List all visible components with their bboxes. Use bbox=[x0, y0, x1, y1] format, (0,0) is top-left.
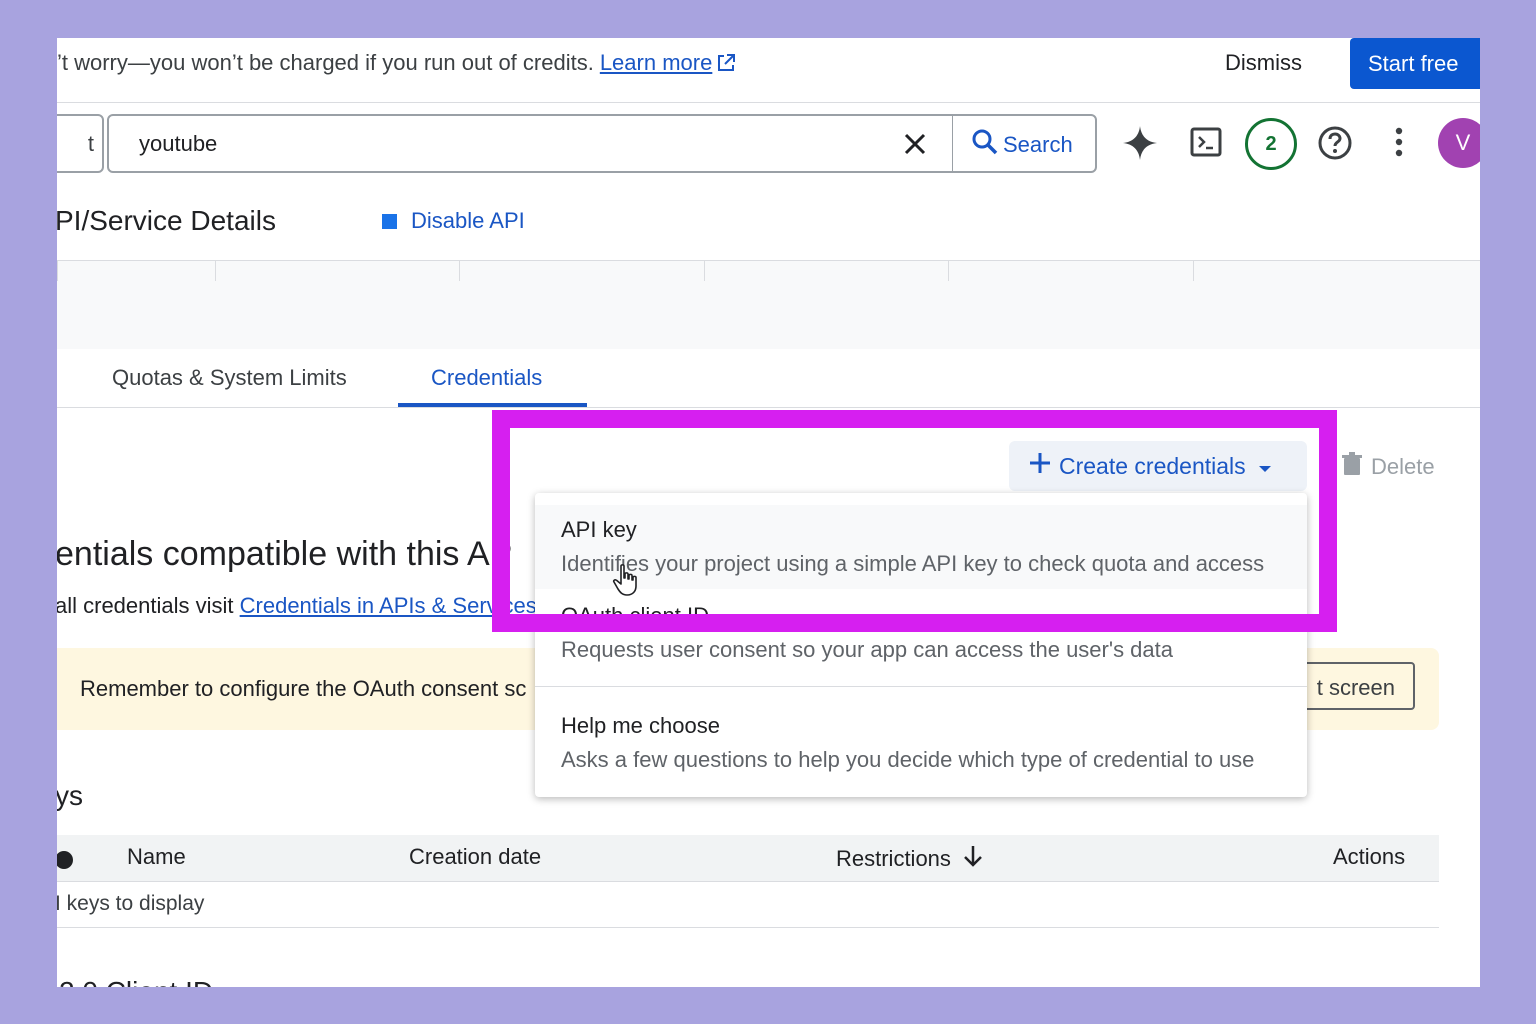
row-divider bbox=[57, 927, 1439, 928]
menu-item-description: Asks a few questions to help you decide … bbox=[561, 747, 1255, 772]
metric-tick bbox=[948, 261, 949, 281]
menu-item-title: Help me choose bbox=[561, 713, 720, 738]
api-keys-heading: ys bbox=[57, 780, 83, 811]
metric-tick bbox=[704, 261, 705, 281]
browser-frame: ’t worry—you won’t be charged if you run… bbox=[57, 38, 1480, 987]
compat-desc-text: all credentials visit bbox=[57, 593, 240, 618]
search-input[interactable]: youtube bbox=[139, 131, 217, 157]
more-vert-icon[interactable] bbox=[1393, 126, 1405, 163]
search-button-label: Search bbox=[1003, 132, 1073, 157]
page-title: PI/Service Details bbox=[57, 205, 276, 236]
empty-table-message: I keys to display bbox=[57, 892, 205, 915]
menu-item-title: API key bbox=[561, 517, 637, 542]
banner-text: ’t worry—you won’t be charged if you run… bbox=[57, 50, 736, 79]
metrics-band bbox=[57, 261, 1480, 349]
trash-icon bbox=[1341, 452, 1363, 482]
help-icon[interactable] bbox=[1317, 125, 1353, 166]
column-name[interactable]: Name bbox=[127, 844, 186, 870]
metric-tick bbox=[215, 261, 216, 281]
menu-item-help-me-choose[interactable]: Help me choose Asks a few questions to h… bbox=[535, 701, 1307, 791]
column-actions: Actions bbox=[1333, 844, 1406, 869]
menu-item-description: Requests user consent so your app can ac… bbox=[561, 637, 1173, 662]
dropdown-caret-icon bbox=[1258, 453, 1272, 480]
search-button[interactable]: Search bbox=[971, 128, 1073, 162]
menu-item-description: Identifies your project using a simple A… bbox=[561, 551, 1265, 576]
arrow-down-icon bbox=[963, 844, 983, 874]
tab-quotas[interactable]: Quotas & System Limits bbox=[112, 365, 347, 391]
disable-api-button[interactable]: Disable API bbox=[382, 208, 525, 234]
compatible-credentials-heading: entials compatible with this AP bbox=[57, 535, 513, 573]
dismiss-button[interactable]: Dismiss bbox=[1225, 50, 1302, 76]
menu-divider bbox=[535, 686, 1307, 687]
disable-api-label: Disable API bbox=[411, 208, 525, 233]
select-all-checkbox[interactable] bbox=[57, 851, 73, 869]
table-header: Name Creation date Restrictions Actions bbox=[57, 835, 1439, 882]
compatible-credentials-description: all credentials visit Credentials in API… bbox=[57, 593, 537, 619]
clear-icon[interactable] bbox=[902, 131, 928, 162]
external-link-icon bbox=[716, 53, 736, 79]
cloud-shell-icon[interactable] bbox=[1190, 127, 1222, 162]
menu-item-api-key[interactable]: API key Identifies your project using a … bbox=[535, 505, 1307, 589]
column-restrictions-label: Restrictions bbox=[836, 846, 951, 871]
banner-message: ’t worry—you won’t be charged if you run… bbox=[57, 50, 594, 75]
notification-count-badge[interactable]: 2 bbox=[1245, 118, 1297, 170]
start-free-button[interactable]: Start free bbox=[1350, 38, 1480, 89]
metric-tick bbox=[57, 261, 58, 281]
gemini-sparkle-icon[interactable] bbox=[1121, 124, 1159, 167]
create-credentials-label: Create credentials bbox=[1059, 452, 1246, 479]
create-credentials-button[interactable]: Create credentials bbox=[1009, 441, 1307, 491]
oauth-notice-text: Remember to configure the OAuth consent … bbox=[80, 676, 527, 701]
learn-more-link[interactable]: Learn more bbox=[600, 50, 713, 75]
search-icon bbox=[971, 128, 999, 162]
column-creation-date[interactable]: Creation date bbox=[409, 844, 541, 870]
search-box: youtube Search bbox=[107, 114, 1097, 173]
menu-item-oauth-client-id[interactable]: OAuth client ID Requests user consent so… bbox=[535, 593, 1307, 683]
avatar[interactable]: V bbox=[1438, 118, 1480, 168]
metric-tick bbox=[1193, 261, 1194, 281]
metric-tick bbox=[459, 261, 460, 281]
column-restrictions[interactable]: Restrictions bbox=[836, 844, 983, 874]
oauth-clients-heading: 2.0 Client ID bbox=[59, 976, 213, 987]
delete-label: Delete bbox=[1371, 454, 1435, 479]
plus-icon bbox=[1029, 452, 1051, 480]
credentials-dropdown-menu: API key Identifies your project using a … bbox=[535, 493, 1307, 797]
tabs-divider bbox=[57, 407, 1480, 408]
search-divider bbox=[952, 116, 953, 171]
delete-button[interactable]: Delete bbox=[1341, 452, 1435, 482]
stop-square-icon bbox=[382, 213, 397, 229]
credits-banner: ’t worry—you won’t be charged if you run… bbox=[57, 38, 1480, 103]
project-picker[interactable]: t bbox=[57, 114, 104, 173]
menu-item-title: OAuth client ID bbox=[561, 603, 709, 628]
credentials-apis-link[interactable]: Credentials in APIs & Services bbox=[240, 593, 537, 618]
hand-cursor-icon bbox=[612, 563, 642, 602]
tab-credentials[interactable]: Credentials bbox=[431, 365, 542, 391]
